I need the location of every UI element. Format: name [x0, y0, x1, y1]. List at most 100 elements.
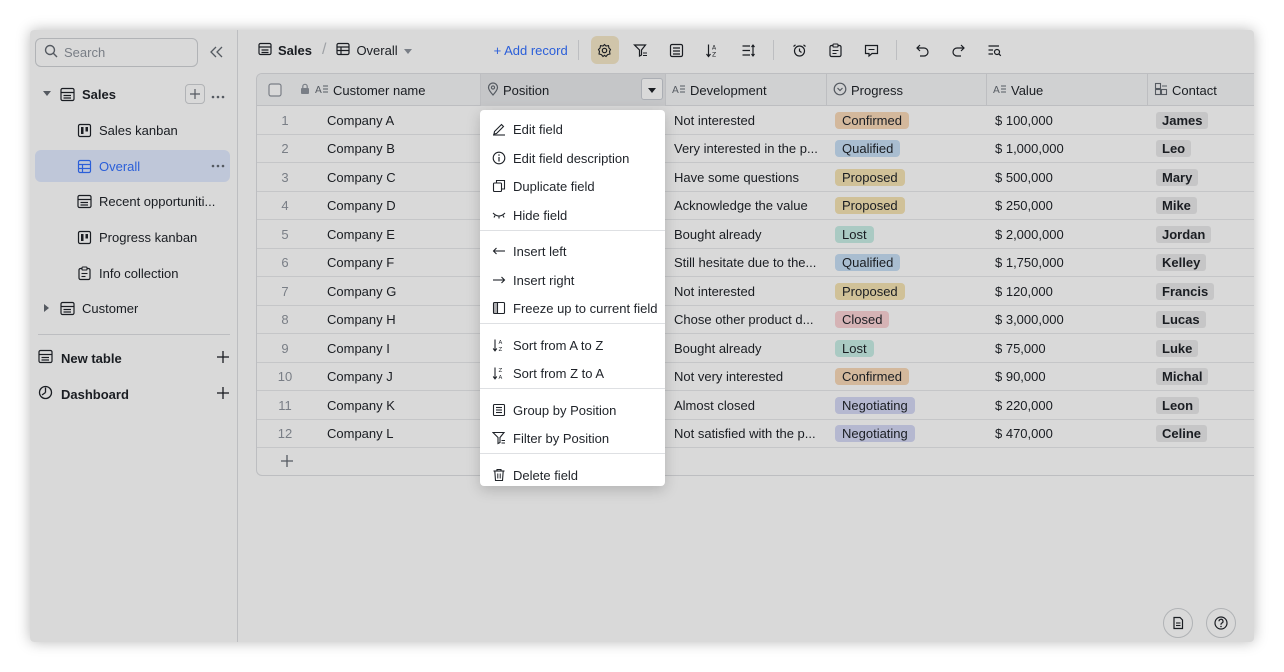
- cell-progress[interactable]: Qualified: [827, 135, 987, 163]
- menu-item-group-by-position[interactable]: Group by Position: [480, 397, 665, 423]
- sidebar-item-recent-opportuniti[interactable]: Recent opportuniti...: [35, 185, 230, 217]
- cell-customer[interactable]: Company F: [319, 249, 479, 277]
- column-header-contact[interactable]: Contact: [1148, 74, 1254, 106]
- cell-progress[interactable]: Proposed: [827, 277, 987, 305]
- add-row-plus-icon[interactable]: [277, 451, 297, 471]
- comment-icon[interactable]: [858, 36, 886, 64]
- cell-development[interactable]: Have some questions: [666, 163, 827, 191]
- cell-n[interactable]: 5: [257, 220, 313, 248]
- cell-development[interactable]: Not very interested: [666, 363, 827, 391]
- cell-n[interactable]: 9: [257, 334, 313, 362]
- cell-value[interactable]: $ 220,000: [987, 391, 1148, 419]
- cell-progress[interactable]: Negotiating: [827, 391, 987, 419]
- cell-n[interactable]: 4: [257, 192, 313, 220]
- cell-contact[interactable]: Mike: [1148, 192, 1254, 220]
- cell-contact[interactable]: Celine: [1148, 420, 1254, 448]
- cell-development[interactable]: Bought already: [666, 220, 827, 248]
- sort-icon[interactable]: AZ: [699, 36, 727, 64]
- cell-progress[interactable]: Lost: [827, 220, 987, 248]
- add-table-plus-icon[interactable]: [216, 350, 230, 367]
- help-icon[interactable]: [1206, 608, 1236, 638]
- table-row[interactable]: 11 Company K Almost closed Negotiating $ 220…: [257, 391, 1254, 420]
- sidebar-item-sales-kanban[interactable]: Sales kanban: [35, 114, 230, 146]
- cell-contact[interactable]: Luke: [1148, 334, 1254, 362]
- cell-customer[interactable]: Company C: [319, 163, 479, 191]
- cell-development[interactable]: Still hesitate due to the...: [666, 249, 827, 277]
- find-icon[interactable]: [981, 36, 1009, 64]
- cell-n[interactable]: 8: [257, 306, 313, 334]
- table-row[interactable]: 8 Company H Chose other product d... Closed…: [257, 306, 1254, 334]
- select-all-checkbox[interactable]: [257, 74, 293, 106]
- table-row[interactable]: 12 Company L Not satisfied with the p... Ne…: [257, 420, 1254, 448]
- cell-value[interactable]: $ 120,000: [987, 277, 1148, 305]
- cell-development[interactable]: Not interested: [666, 106, 827, 134]
- column-menu-dropdown-button[interactable]: [641, 78, 663, 100]
- cell-n[interactable]: 1: [257, 106, 313, 134]
- cell-progress[interactable]: Qualified: [827, 249, 987, 277]
- row-height-icon[interactable]: [735, 36, 763, 64]
- caret-down-icon[interactable]: [40, 91, 54, 97]
- column-header-value[interactable]: A Value: [987, 74, 1148, 106]
- cell-n[interactable]: 10: [257, 363, 313, 391]
- cell-n[interactable]: 2: [257, 135, 313, 163]
- add-view-plus-icon[interactable]: [185, 84, 205, 104]
- dashboard-row[interactable]: Dashboard: [38, 379, 230, 409]
- cell-value[interactable]: $ 2,000,000: [987, 220, 1148, 248]
- breadcrumb-base[interactable]: Sales: [258, 42, 312, 59]
- cell-contact[interactable]: Leo: [1148, 135, 1254, 163]
- document-icon[interactable]: [1163, 608, 1193, 638]
- sidebar-item-overall[interactable]: Overall: [35, 150, 230, 182]
- cell-customer[interactable]: Company D: [319, 192, 479, 220]
- menu-item-sort-from-a-to-z[interactable]: A Z Sort from A to Z: [480, 332, 665, 358]
- cell-progress[interactable]: Lost: [827, 334, 987, 362]
- cell-development[interactable]: Acknowledge the value: [666, 192, 827, 220]
- new-table-row[interactable]: New table: [38, 343, 230, 373]
- redo-icon[interactable]: [945, 36, 973, 64]
- menu-item-delete-field[interactable]: Delete field: [480, 462, 665, 488]
- cell-contact[interactable]: Leon: [1148, 391, 1254, 419]
- cell-n[interactable]: 7: [257, 277, 313, 305]
- add-dashboard-plus-icon[interactable]: [216, 386, 230, 403]
- cell-development[interactable]: Not interested: [666, 277, 827, 305]
- cell-n[interactable]: 6: [257, 249, 313, 277]
- menu-item-insert-left[interactable]: Insert left: [480, 238, 665, 264]
- filter-icon[interactable]: [627, 36, 655, 64]
- menu-item-sort-from-z-to-a[interactable]: Z A Sort from Z to A: [480, 360, 665, 386]
- alarm-icon[interactable]: [786, 36, 814, 64]
- cell-value[interactable]: $ 1,000,000: [987, 135, 1148, 163]
- more-icon[interactable]: [211, 164, 225, 168]
- cell-progress[interactable]: Closed: [827, 306, 987, 334]
- cell-progress[interactable]: Negotiating: [827, 420, 987, 448]
- cell-value[interactable]: $ 250,000: [987, 192, 1148, 220]
- table-row[interactable]: 10 Company J Not very interested Confirmed $…: [257, 363, 1254, 391]
- sidebar-item-progress-kanban[interactable]: Progress kanban: [35, 221, 230, 253]
- table-row[interactable]: 6 Company F Still hesitate due to the... Qu…: [257, 249, 1254, 277]
- menu-item-filter-by-position[interactable]: Filter by Position: [480, 425, 665, 451]
- table-row[interactable]: 2 Company B Very interested in the p... Qua…: [257, 135, 1254, 163]
- cell-customer[interactable]: Company A: [319, 106, 479, 134]
- cell-development[interactable]: Very interested in the p...: [666, 135, 827, 163]
- cell-customer[interactable]: Company G: [319, 277, 479, 305]
- column-header-customer-name[interactable]: A Customer name: [293, 74, 481, 106]
- table-row[interactable]: 4 Company D Acknowledge the value Proposed $…: [257, 192, 1254, 220]
- menu-item-duplicate-field[interactable]: Duplicate field: [480, 173, 665, 199]
- search-input[interactable]: Search: [35, 38, 198, 67]
- cell-contact[interactable]: James: [1148, 106, 1254, 134]
- menu-item-hide-field[interactable]: Hide field: [480, 202, 665, 228]
- cell-customer[interactable]: Company L: [319, 420, 479, 448]
- cell-value[interactable]: $ 3,000,000: [987, 306, 1148, 334]
- cell-development[interactable]: Chose other product d...: [666, 306, 827, 334]
- table-row[interactable]: 5 Company E Bought already Lost $ 2,000,000 J…: [257, 220, 1254, 249]
- cell-customer[interactable]: Company H: [319, 306, 479, 334]
- cell-contact[interactable]: Lucas: [1148, 306, 1254, 334]
- menu-item-freeze-up-to-current-field[interactable]: Freeze up to current field: [480, 295, 665, 321]
- cell-development[interactable]: Not satisfied with the p...: [666, 420, 827, 448]
- cell-development[interactable]: Bought already: [666, 334, 827, 362]
- cell-progress[interactable]: Proposed: [827, 192, 987, 220]
- cell-value[interactable]: $ 75,000: [987, 334, 1148, 362]
- cell-contact[interactable]: Michal: [1148, 363, 1254, 391]
- cell-customer[interactable]: Company K: [319, 391, 479, 419]
- cell-progress[interactable]: Confirmed: [827, 106, 987, 134]
- cell-customer[interactable]: Company J: [319, 363, 479, 391]
- cell-progress[interactable]: Confirmed: [827, 363, 987, 391]
